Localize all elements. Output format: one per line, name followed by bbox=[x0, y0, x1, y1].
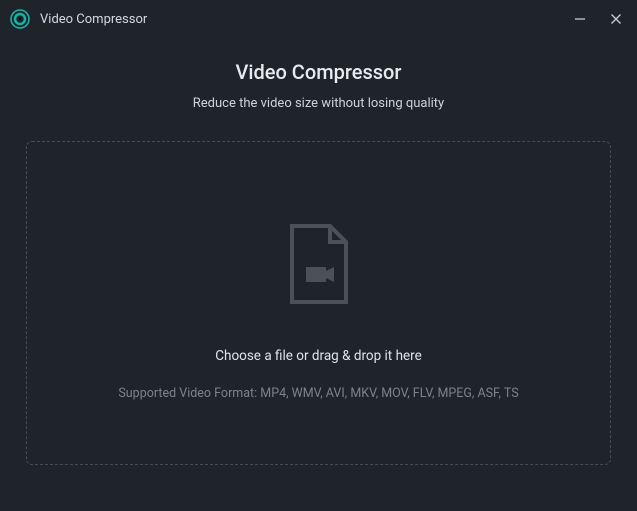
file-dropzone[interactable]: Choose a file or drag & drop it here Sup… bbox=[26, 141, 611, 465]
page-subtitle: Reduce the video size without losing qua… bbox=[193, 96, 444, 111]
titlebar-title: Video Compressor bbox=[40, 12, 147, 27]
page-title: Video Compressor bbox=[236, 60, 402, 84]
content-area: Video Compressor Reduce the video size w… bbox=[0, 38, 637, 491]
window-controls bbox=[571, 10, 625, 28]
close-button[interactable] bbox=[607, 10, 625, 28]
titlebar-left: Video Compressor bbox=[10, 9, 147, 29]
video-file-icon bbox=[286, 224, 352, 312]
app-logo-icon bbox=[10, 9, 30, 29]
minimize-button[interactable] bbox=[571, 10, 589, 28]
supported-formats-label: Supported Video Format: MP4, WMV, AVI, M… bbox=[118, 386, 518, 401]
titlebar: Video Compressor bbox=[0, 0, 637, 38]
dropzone-instruction: Choose a file or drag & drop it here bbox=[215, 348, 422, 364]
